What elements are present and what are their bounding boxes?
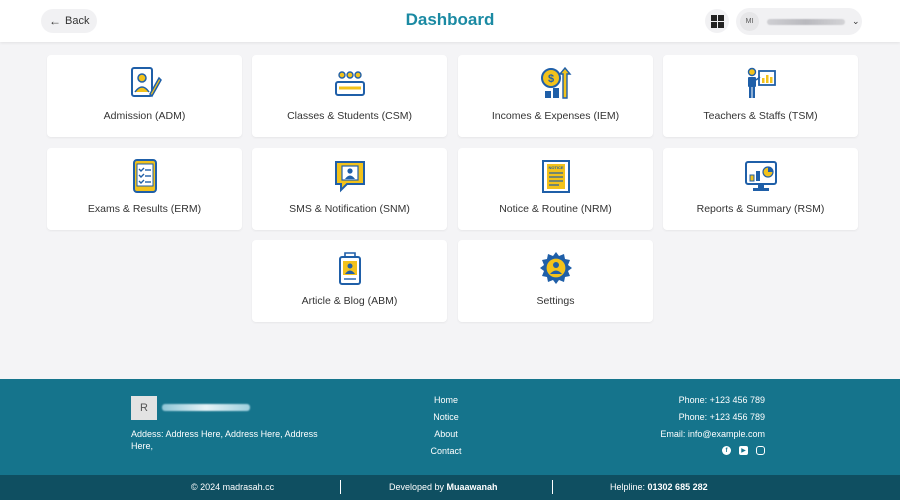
- social-links: f ▶: [660, 446, 765, 463]
- email-label: Email:: [660, 429, 688, 439]
- module-card-exams[interactable]: Exams & Results (ERM): [47, 148, 242, 230]
- footer-bottom-bar: © 2024 madrasah.cc Developed by Muaawana…: [0, 475, 900, 500]
- instagram-icon[interactable]: [756, 446, 765, 455]
- module-card-sms[interactable]: SMS & Notification (SNM): [252, 148, 447, 230]
- footer-phone-1: Phone: +123 456 789: [678, 395, 765, 405]
- id-badge-icon: [338, 252, 361, 285]
- module-card-incomes[interactable]: $ Incomes & Expenses (IEM): [458, 55, 653, 137]
- footer-link-contact[interactable]: Contact: [400, 445, 492, 462]
- divider: [340, 480, 341, 494]
- helpline: Helpline: 01302 685 282: [610, 482, 708, 492]
- admission-icon: [130, 67, 162, 98]
- top-header: ← Back Dashboard MI ⌄: [0, 0, 900, 42]
- avatar: MI: [740, 12, 759, 31]
- copyright-text: © 2024 madrasah.cc: [191, 482, 275, 492]
- developer-credit: Developed by Muaawanah: [389, 482, 498, 492]
- module-label: Settings: [536, 295, 575, 307]
- classroom-icon: [334, 71, 365, 96]
- teacher-board-icon: [747, 67, 776, 98]
- apps-grid-button[interactable]: [705, 9, 729, 33]
- module-card-teachers[interactable]: Teachers & Staffs (TSM): [663, 55, 858, 137]
- footer-email-line: Email: info@example.com: [660, 428, 765, 445]
- footer-link-about[interactable]: About: [400, 428, 492, 445]
- notice-paper-icon: NOTICE: [541, 160, 570, 193]
- module-card-classes[interactable]: Classes & Students (CSM): [252, 55, 447, 137]
- module-label: Exams & Results (ERM): [87, 203, 202, 215]
- gear-user-icon: [539, 252, 572, 284]
- module-label: Reports & Summary (RSM): [696, 203, 825, 215]
- footer-link-home[interactable]: Home: [400, 394, 492, 411]
- developer-name[interactable]: Muaawanah: [447, 482, 498, 492]
- footer-logo: R: [131, 396, 157, 420]
- module-card-reports[interactable]: Reports & Summary (RSM): [663, 148, 858, 230]
- grid-icon: [710, 14, 724, 28]
- module-label: Classes & Students (CSM): [287, 110, 412, 122]
- user-name-redacted: [767, 18, 845, 25]
- module-card-admission[interactable]: Admission (ADM): [47, 55, 242, 137]
- message-user-icon: [334, 161, 365, 193]
- youtube-icon[interactable]: ▶: [739, 446, 748, 455]
- helpline-label: Helpline:: [610, 482, 648, 492]
- helpline-number: 01302 685 282: [647, 482, 708, 492]
- module-label: Admission (ADM): [103, 110, 186, 122]
- chevron-down-icon: ⌄: [852, 16, 860, 26]
- footer-contact: Phone: +123 456 789 Phone: +123 456 789 …: [660, 394, 765, 463]
- report-monitor-icon: [744, 161, 777, 191]
- svg-text:$: $: [547, 73, 553, 85]
- module-label: SMS & Notification (SNM): [289, 203, 410, 215]
- footer-links: Home Notice About Contact: [400, 394, 492, 462]
- module-card-notice[interactable]: NOTICE Notice & Routine (NRM): [458, 148, 653, 230]
- footer-phone-2: Phone: +123 456 789: [678, 412, 765, 422]
- developed-label: Developed by: [389, 482, 447, 492]
- module-card-settings[interactable]: Settings: [458, 240, 653, 322]
- org-name-redacted: [162, 404, 250, 411]
- module-card-article[interactable]: Article & Blog (ABM): [252, 240, 447, 322]
- facebook-icon[interactable]: f: [722, 446, 731, 455]
- user-menu[interactable]: MI ⌄: [736, 8, 862, 35]
- site-footer: R Addess: Address Here, Address Here, Ad…: [0, 379, 900, 475]
- footer-link-notice[interactable]: Notice: [400, 411, 492, 428]
- divider: [552, 480, 553, 494]
- footer-address: Addess: Address Here, Address Here, Addr…: [131, 429, 318, 451]
- money-growth-icon: $: [540, 66, 571, 99]
- module-label: Notice & Routine (NRM): [499, 203, 612, 215]
- checklist-tablet-icon: [132, 159, 157, 193]
- email-link[interactable]: info@example.com: [688, 429, 765, 439]
- module-label: Incomes & Expenses (IEM): [491, 110, 620, 122]
- svg-text:NOTICE: NOTICE: [548, 165, 563, 170]
- module-label: Article & Blog (ABM): [301, 295, 398, 307]
- module-label: Teachers & Staffs (TSM): [703, 110, 818, 122]
